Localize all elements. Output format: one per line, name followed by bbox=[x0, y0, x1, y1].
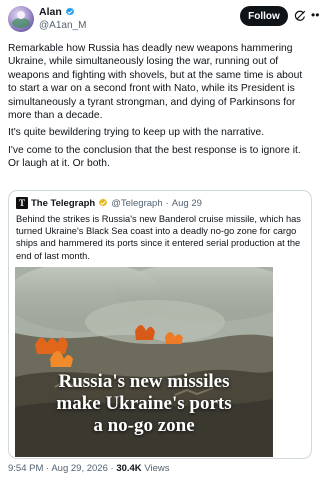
quoted-date[interactable]: Aug 29 bbox=[172, 198, 202, 209]
tweet-header: Alan @A1an_M Follow ••• bbox=[8, 6, 320, 40]
quoted-source-name[interactable]: The Telegraph bbox=[31, 198, 95, 209]
tweet-body: Remarkable how Russia has deadly new wea… bbox=[8, 42, 312, 175]
tweet-paragraph: Remarkable how Russia has deadly new wea… bbox=[8, 43, 303, 122]
tweet-footer: 9:54 PM · Aug 29, 2026 · 30.4K Views bbox=[8, 463, 169, 474]
quoted-tweet[interactable]: T The Telegraph @Telegraph · Aug 29 Behi… bbox=[8, 190, 312, 459]
tweet-paragraph: It's quite bewildering trying to keep up… bbox=[8, 127, 265, 139]
quoted-source-handle[interactable]: @Telegraph bbox=[111, 198, 162, 209]
avatar[interactable] bbox=[8, 6, 34, 32]
tweet-time[interactable]: 9:54 PM bbox=[8, 463, 43, 474]
quoted-article-image[interactable]: Russia's new missiles make Ukraine's por… bbox=[15, 267, 273, 457]
headline-line: a no-go zone bbox=[93, 415, 195, 436]
meta-separator: · bbox=[46, 463, 50, 474]
views-label: Views bbox=[144, 463, 170, 474]
author-name[interactable]: Alan bbox=[39, 6, 62, 18]
telegraph-logo[interactable]: T bbox=[16, 197, 28, 209]
quoted-tweet-text: Behind the strikes is Russia's new Bande… bbox=[16, 214, 301, 261]
headline-line: Russia's new missiles bbox=[58, 371, 230, 392]
headline-line: make Ukraine's ports bbox=[56, 393, 232, 414]
tweet-paragraph: I've come to the conclusion that the bes… bbox=[8, 144, 301, 170]
meta-separator: · bbox=[110, 463, 114, 474]
follow-button[interactable]: Follow bbox=[240, 6, 288, 26]
verified-badge-icon bbox=[65, 7, 74, 16]
grok-icon[interactable] bbox=[294, 10, 306, 22]
gold-verified-badge-icon bbox=[99, 198, 108, 207]
more-icon[interactable]: ••• bbox=[311, 8, 320, 22]
meta-separator: · bbox=[165, 197, 169, 209]
author-name-row[interactable]: Alan bbox=[39, 6, 75, 18]
tweet-date[interactable]: Aug 29, 2026 bbox=[51, 463, 108, 474]
image-headline: Russia's new missiles make Ukraine's por… bbox=[15, 371, 273, 437]
quoted-tweet-header: T The Telegraph @Telegraph · Aug 29 bbox=[16, 197, 202, 209]
views-count[interactable]: 30.4K bbox=[116, 463, 141, 474]
author-handle[interactable]: @A1an_M bbox=[39, 20, 86, 31]
